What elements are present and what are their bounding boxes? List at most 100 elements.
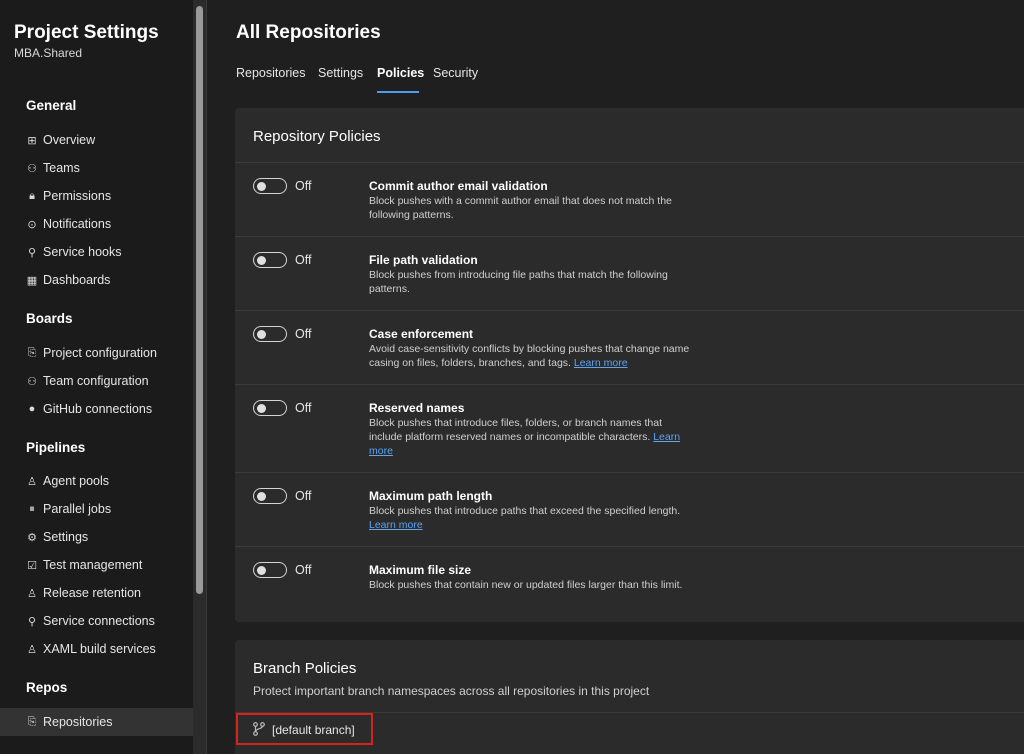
- policy-description: Avoid case-sensitivity conflicts by bloc…: [369, 342, 694, 370]
- project-config-icon: ⎘: [27, 346, 37, 359]
- sidebar-item-settings[interactable]: ⚙ Settings: [0, 523, 193, 551]
- policy-separator: [235, 472, 1024, 473]
- toggle-knob: [257, 491, 266, 501]
- policy-title: Maximum file size: [369, 563, 472, 577]
- branch-policies-title: Branch Policies: [253, 660, 357, 677]
- sidebar-item-label: Repositories: [43, 715, 113, 729]
- sidebar-item-service-connections[interactable]: ⚲ Service connections: [0, 607, 193, 635]
- sidebar-item-overview[interactable]: ⊞ Overview: [0, 126, 193, 154]
- sidebar-item-label: Project configuration: [43, 346, 157, 360]
- policy-description-text: Block pushes that introduce files, folde…: [369, 417, 662, 443]
- sidebar-item-parallel-jobs[interactable]: ⏸ Parallel jobs: [0, 495, 193, 523]
- policy-title: Case enforcement: [369, 327, 474, 341]
- tab-security[interactable]: Security: [433, 66, 478, 80]
- teams-icon: ⚇: [27, 162, 37, 175]
- toggle-knob: [257, 403, 266, 413]
- policy-description: Block pushes with a commit author email …: [369, 194, 694, 222]
- policy-title: Maximum path length: [369, 489, 493, 503]
- policy-description-text: Block pushes that introduce paths that e…: [369, 505, 681, 517]
- toggle-state-label: Off: [295, 401, 312, 415]
- dashboard-icon: ▦: [26, 274, 38, 287]
- learn-more-link[interactable]: Learn more: [369, 519, 423, 531]
- policy-separator: [235, 546, 1024, 547]
- test-management-icon: ☑: [27, 559, 37, 572]
- learn-more-link[interactable]: Learn more: [574, 357, 628, 369]
- tab-policies[interactable]: Policies: [377, 66, 424, 80]
- sidebar-item-label: XAML build services: [43, 642, 156, 656]
- policy-toggle[interactable]: [253, 178, 287, 194]
- sidebar-item-dashboards[interactable]: ▦ Dashboards: [0, 266, 193, 294]
- policy-title: Commit author email validation: [369, 179, 548, 193]
- sidebar-item-test-management[interactable]: ☑ Test management: [0, 551, 193, 579]
- sidebar-item-project-configuration[interactable]: ⎘ Project configuration: [0, 339, 193, 367]
- parallel-jobs-icon: ⏸: [29, 502, 35, 515]
- policy-toggle[interactable]: [253, 400, 287, 416]
- sidebar-item-label: Test management: [43, 558, 143, 572]
- overview-icon: ⊞: [27, 134, 37, 147]
- tab-repositories[interactable]: Repositories: [236, 66, 305, 80]
- notification-icon: ⊙: [27, 218, 37, 231]
- sidebar-item-label: Dashboards: [43, 273, 111, 287]
- project-name: MBA.Shared: [14, 46, 83, 60]
- sidebar-divider: [206, 0, 207, 754]
- sidebar-item-release-retention[interactable]: ♙ Release retention: [0, 579, 193, 607]
- policy-separator: [235, 310, 1024, 311]
- nav-section-boards: Boards: [26, 311, 73, 326]
- tab-settings[interactable]: Settings: [318, 66, 363, 80]
- repository-policies-card: Repository Policies Off Commit author ema…: [235, 108, 1024, 622]
- policy-description-text: Block pushes that contain new or updated…: [369, 579, 683, 591]
- service-hooks-icon: ⚲: [27, 246, 37, 259]
- policy-toggle[interactable]: [253, 252, 287, 268]
- policy-description: Block pushes that introduce files, folde…: [369, 416, 694, 458]
- repository-policies-title: Repository Policies: [253, 128, 381, 145]
- policy-toggle[interactable]: [253, 562, 287, 578]
- policy-toggle[interactable]: [253, 488, 287, 504]
- sidebar-item-team-configuration[interactable]: ⚇ Team configuration: [0, 367, 193, 395]
- sidebar-item-label: Overview: [43, 133, 96, 147]
- policy-description-text: Avoid case-sensitivity conflicts by bloc…: [369, 343, 690, 369]
- policy-separator: [235, 384, 1024, 385]
- sidebar-item-notifications[interactable]: ⊙ Notifications: [0, 210, 193, 238]
- nav-section-pipelines: Pipelines: [26, 440, 86, 455]
- sidebar-item-label: Teams: [43, 161, 80, 175]
- sidebar-item-label: GitHub connections: [43, 402, 153, 416]
- policy-separator: [235, 236, 1024, 237]
- sidebar-item-permissions[interactable]: 🔒︎ Permissions: [0, 182, 193, 210]
- sidebar-item-label: Notifications: [43, 217, 112, 231]
- policy-title: Reserved names: [369, 401, 465, 415]
- project-settings-title: Project Settings: [14, 22, 159, 43]
- policy-description: Block pushes that contain new or updated…: [369, 578, 694, 592]
- sidebar-item-xaml-build-services[interactable]: ♙ XAML build services: [0, 635, 193, 663]
- nav-section-general: General: [26, 98, 77, 113]
- github-icon: ●: [28, 403, 36, 415]
- sidebar-item-github-connections[interactable]: ● GitHub connections: [0, 395, 193, 423]
- branch-icon: [253, 722, 265, 736]
- sidebar-item-agent-pools[interactable]: ♙ Agent pools: [0, 467, 193, 495]
- sidebar-item-label: Parallel jobs: [43, 502, 112, 516]
- sidebar: Project Settings MBA.Shared General ⊞ Over…: [0, 0, 193, 754]
- policy-description-text: Block pushes with a commit author email …: [369, 195, 672, 221]
- sidebar-item-label: Team configuration: [43, 374, 149, 388]
- toggle-state-label: Off: [295, 253, 312, 267]
- nav-section-repos: Repos: [26, 680, 68, 695]
- sidebar-scroll-thumb[interactable]: [196, 6, 203, 594]
- sidebar-item-repositories[interactable]: ⎘ Repositories: [0, 708, 193, 736]
- sidebar-item-label: Service hooks: [43, 245, 122, 259]
- policy-description-text: Block pushes from introducing file paths…: [369, 269, 668, 295]
- toggle-state-label: Off: [295, 563, 312, 577]
- repositories-icon: ⎘: [27, 715, 37, 728]
- sidebar-item-label: Permissions: [43, 189, 112, 203]
- branch-policies-description: Protect important branch namespaces acro…: [253, 684, 650, 698]
- card-separator: [235, 162, 1024, 163]
- policy-toggle[interactable]: [253, 326, 287, 342]
- service-connections-icon: ⚲: [27, 615, 37, 628]
- agent-pools-icon: ♙: [27, 475, 37, 488]
- release-retention-icon: ♙: [27, 587, 37, 600]
- page-title: All Repositories: [236, 22, 381, 43]
- sidebar-item-service-hooks[interactable]: ⚲ Service hooks: [0, 238, 193, 266]
- default-branch-link[interactable]: [default branch]: [272, 723, 355, 737]
- sidebar-item-teams[interactable]: ⚇ Teams: [0, 154, 193, 182]
- sidebar-item-label: Service connections: [43, 614, 155, 628]
- toggle-knob: [257, 329, 266, 339]
- toggle-knob: [257, 565, 266, 575]
